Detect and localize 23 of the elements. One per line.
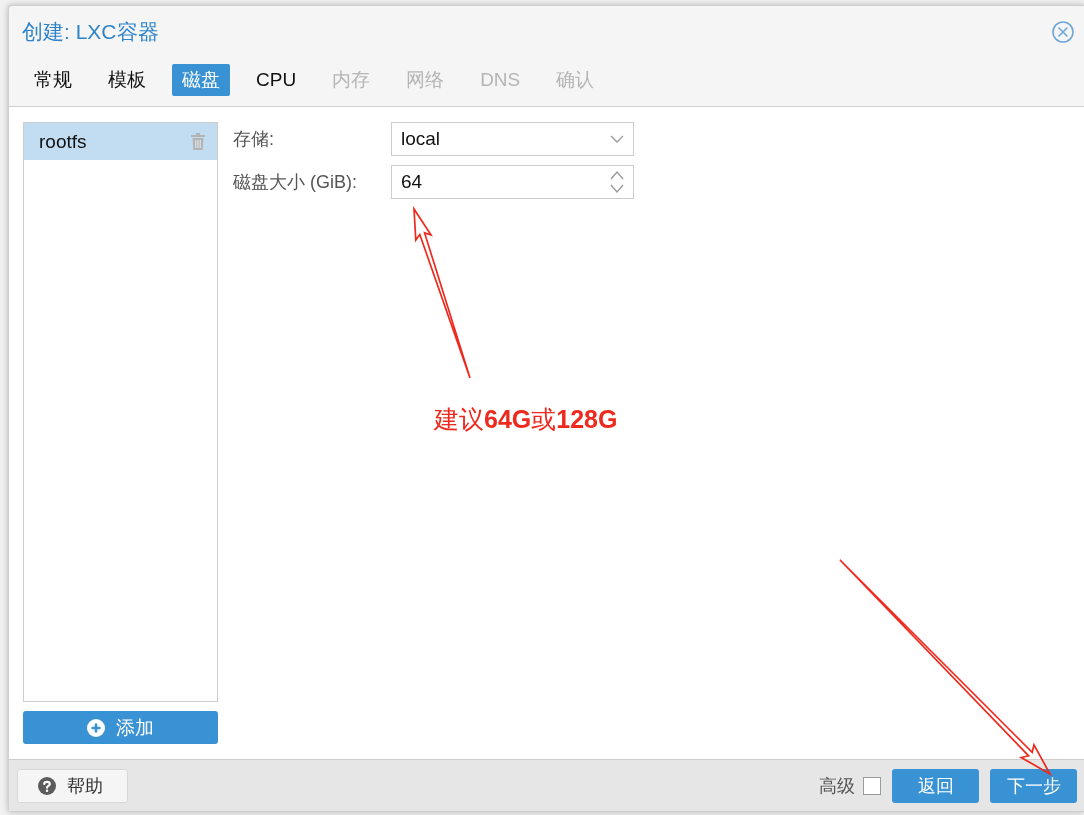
close-icon[interactable] bbox=[1052, 20, 1074, 43]
field-label: 磁盘大小 (GiB): bbox=[233, 171, 358, 194]
chevron-down-icon bbox=[610, 135, 624, 143]
spinner-icon[interactable] bbox=[610, 170, 624, 194]
trash-icon[interactable] bbox=[191, 133, 205, 150]
tab[interactable]: 常规 bbox=[24, 64, 82, 96]
tab[interactable]: CPU bbox=[246, 64, 307, 96]
list-item[interactable]: rootfs bbox=[24, 123, 217, 160]
help-icon bbox=[38, 776, 56, 795]
tab[interactable]: 磁盘 bbox=[172, 64, 230, 96]
number-field[interactable]: 64 bbox=[391, 165, 634, 199]
field-label: 存储: bbox=[233, 128, 275, 151]
wizard-button[interactable]: 下一步 bbox=[990, 768, 1077, 803]
dropdown-field[interactable]: local bbox=[391, 122, 634, 156]
annotation-text: 建议64G或128G bbox=[434, 404, 618, 435]
wizard-button[interactable]: 返回 bbox=[892, 768, 979, 803]
checkbox[interactable] bbox=[863, 776, 881, 795]
window-title: 创建: LXC容器 bbox=[22, 18, 159, 45]
checkbox-label: 高级 bbox=[819, 774, 855, 798]
add-button[interactable]: 添加 bbox=[23, 711, 218, 744]
help-button[interactable]: 帮助 bbox=[17, 768, 128, 803]
tab[interactable]: 模板 bbox=[98, 64, 156, 96]
plus-circle-icon bbox=[87, 718, 105, 737]
